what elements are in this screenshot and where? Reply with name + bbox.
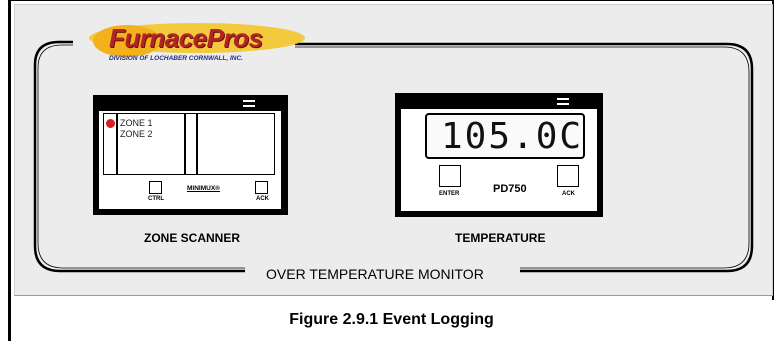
enter-button-label: ENTER (439, 191, 460, 197)
temperature-face: 105.0C ENTER PD750 ACK (401, 109, 597, 211)
ack-button[interactable] (557, 165, 579, 187)
ctrl-button[interactable] (149, 181, 162, 194)
ctrl-button-label: CTRL (148, 196, 164, 202)
temperature-lcd: 105.0C (425, 113, 585, 159)
zone-scanner-window: ZONE 1 ZONE 2 (103, 113, 275, 175)
ack-button-label: ACK (256, 196, 269, 202)
panel-title: OVER TEMPERATURE MONITOR (260, 266, 490, 282)
zone-scanner-device: PRECISION DIGITAL ZONE 1 ZONE 2 CTRL MIN… (93, 95, 288, 215)
zone-column-divider-left (116, 114, 118, 174)
page-frame-left (8, 0, 11, 341)
precision-digital-logo-icon (239, 97, 259, 110)
precision-digital-logo-icon (553, 95, 573, 108)
zone-1-alarm-indicator (106, 119, 115, 128)
temperature-brand: PRECISION DIGITAL (429, 95, 536, 107)
enter-button[interactable] (439, 165, 461, 187)
temperature-caption: TEMPERATURE (455, 231, 546, 245)
company-name: FurnacePros (109, 23, 263, 53)
zone-scanner-caption: ZONE SCANNER (144, 231, 241, 245)
ack-button-label: ACK (562, 191, 575, 197)
temperature-device: PRECISION DIGITAL 105.0C ENTER PD750 ACK (395, 93, 603, 217)
zone-column-divider-right (196, 114, 198, 174)
temperature-readout: 105.0C (441, 116, 584, 157)
figure-caption: Figure 2.9.1 Event Logging (289, 311, 494, 328)
zone-scanner-face: ZONE 1 ZONE 2 CTRL MINIMUX® ACK (99, 111, 281, 209)
ack-button[interactable] (255, 181, 268, 194)
zone-2-label: ZONE 2 (120, 129, 153, 139)
model-label: PD750 (493, 183, 527, 195)
monitor-panel: FurnacePros DIVISION OF LOCHABER CORNWAL… (14, 4, 773, 296)
zone-column-divider-mid (184, 114, 186, 174)
zone-scanner-brand: PRECISION DIGITAL (109, 97, 216, 109)
company-subtitle: DIVISION OF LOCHABER CORNWALL, INC. (109, 55, 243, 62)
zone-1-label: ZONE 1 (120, 118, 153, 128)
page-frame-top (8, 0, 774, 1)
furnacepros-logo: FurnacePros DIVISION OF LOCHABER CORNWAL… (87, 23, 317, 73)
minimux-model-label: MINIMUX® (187, 185, 220, 192)
